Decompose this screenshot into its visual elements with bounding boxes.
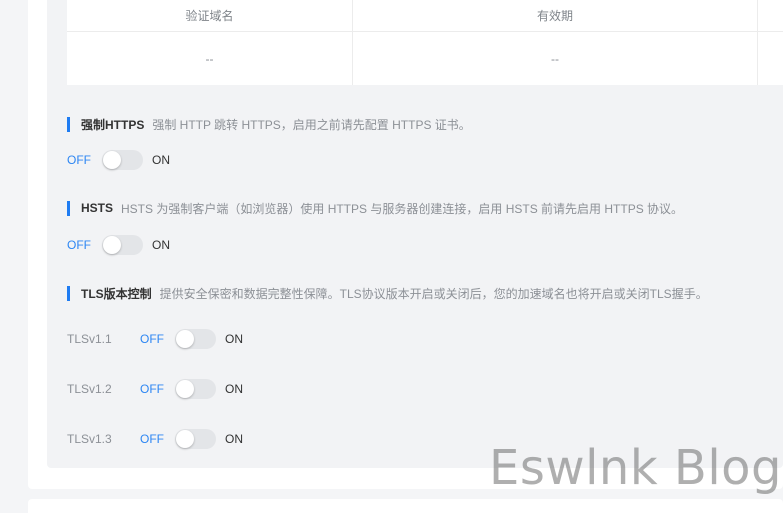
on-label: ON — [152, 153, 170, 167]
section-force-https: 强制HTTPS 强制 HTTP 跳转 HTTPS，启用之前请先配置 HTTPS … — [67, 116, 471, 132]
cell-extra — [758, 32, 783, 85]
cell-domain: -- — [67, 32, 353, 85]
tls-v1-1-row: TLSv1.1 OFF ON — [67, 328, 243, 350]
section-marker — [67, 116, 70, 132]
section-marker — [67, 200, 70, 216]
force-https-toggle[interactable] — [102, 150, 143, 170]
tls-v1-3-toggle[interactable] — [175, 429, 216, 449]
section-title: TLS版本控制 — [81, 286, 152, 301]
hsts-switch-row: OFF ON — [67, 234, 170, 256]
section-hsts: HSTS HSTS 为强制客户端（如浏览器）使用 HTTPS 与服务器创建连接，… — [67, 200, 683, 216]
toggle-knob — [103, 151, 121, 169]
hsts-toggle[interactable] — [102, 235, 143, 255]
on-label: ON — [225, 432, 243, 446]
on-label: ON — [152, 238, 170, 252]
column-header-domain: 验证域名 — [67, 0, 353, 31]
on-label: ON — [225, 332, 243, 346]
tls-version-label: TLSv1.3 — [67, 432, 112, 446]
section-marker — [67, 285, 70, 301]
table-header-row: 验证域名 有效期 — [67, 0, 783, 32]
watermark: Eswlnk Blog — [489, 440, 783, 496]
force-https-switch-row: OFF ON — [67, 149, 170, 171]
tls-v1-3-row: TLSv1.3 OFF ON — [67, 428, 243, 450]
section-description: HSTS 为强制客户端（如浏览器）使用 HTTPS 与服务器创建连接，启用 HS… — [121, 201, 684, 216]
section-title: HSTS — [81, 201, 114, 215]
tls-v1-2-toggle[interactable] — [175, 379, 216, 399]
page: 验证域名 有效期 -- -- 强制HTTPS 强制 HTTP 跳转 HTTPS，… — [0, 0, 783, 513]
tls-version-label: TLSv1.1 — [67, 332, 112, 346]
off-label: OFF — [67, 153, 91, 167]
cell-validity: -- — [353, 32, 758, 85]
section-tls: TLS版本控制 提供安全保密和数据完整性保障。TLS协议版本开启或关闭后，您的加… — [67, 285, 708, 301]
off-label: OFF — [67, 238, 91, 252]
next-card — [28, 499, 783, 513]
column-header-validity: 有效期 — [353, 0, 758, 31]
section-title: 强制HTTPS — [81, 117, 145, 132]
off-label: OFF — [140, 332, 164, 346]
table-row: -- -- — [67, 32, 783, 85]
tls-version-label: TLSv1.2 — [67, 382, 112, 396]
column-header-extra — [758, 0, 783, 31]
off-label: OFF — [140, 382, 164, 396]
tls-v1-2-row: TLSv1.2 OFF ON — [67, 378, 243, 400]
off-label: OFF — [140, 432, 164, 446]
section-description: 提供安全保密和数据完整性保障。TLS协议版本开启或关闭后，您的加速域名也将开启或… — [159, 286, 708, 301]
tls-v1-1-toggle[interactable] — [175, 329, 216, 349]
toggle-knob — [176, 380, 194, 398]
toggle-knob — [176, 430, 194, 448]
toggle-knob — [103, 236, 121, 254]
section-description: 强制 HTTP 跳转 HTTPS，启用之前请先配置 HTTPS 证书。 — [152, 117, 471, 132]
on-label: ON — [225, 382, 243, 396]
certificate-table: 验证域名 有效期 -- -- — [67, 0, 783, 85]
toggle-knob — [176, 330, 194, 348]
